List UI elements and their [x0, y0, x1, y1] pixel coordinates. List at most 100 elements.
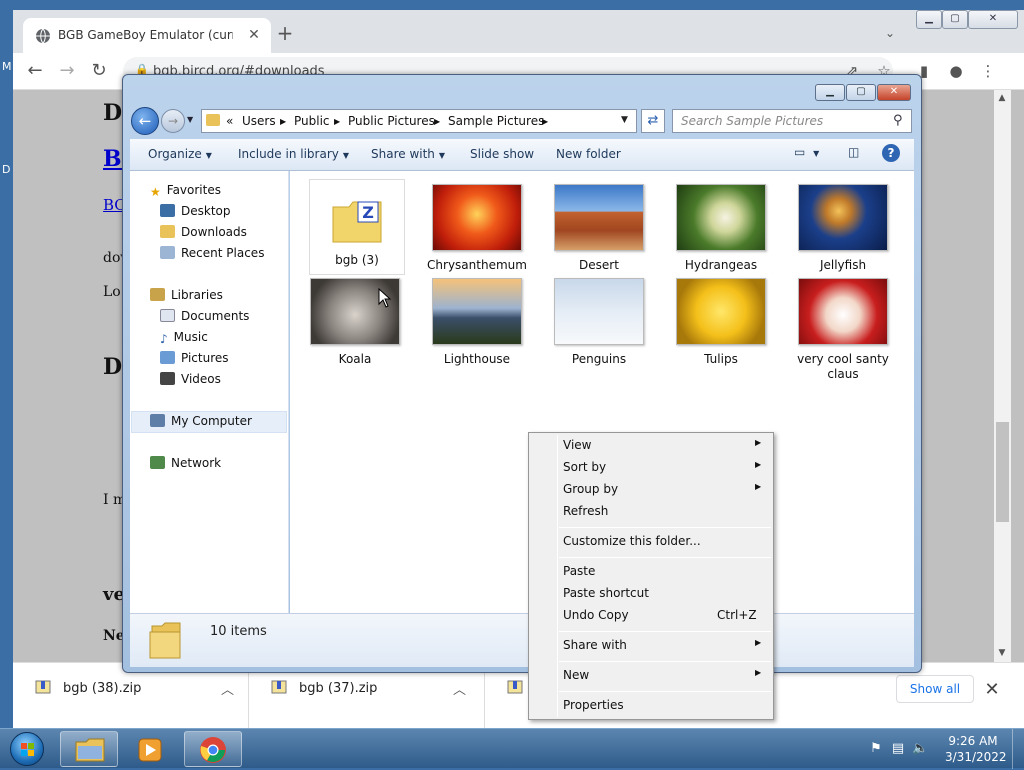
scrollbar-thumb[interactable]: [996, 422, 1009, 522]
breadcrumb-separator-icon[interactable]: ▶: [542, 117, 548, 126]
share-label: Share with: [371, 147, 435, 161]
item-label: Hydrangeas: [684, 258, 758, 272]
close-button[interactable]: ✕: [968, 10, 1018, 29]
search-input[interactable]: Search Sample Pictures ⚲: [672, 109, 912, 133]
zip-folder-icon: Z: [332, 201, 382, 243]
nav-favorites[interactable]: ★ Favorites: [150, 183, 221, 199]
nav-label: Pictures: [181, 351, 229, 365]
nav-my-computer[interactable]: My Computer: [150, 414, 252, 428]
file-item-hydrangeas[interactable]: Hydrangeas: [673, 184, 769, 274]
search-icon[interactable]: ⚲: [893, 113, 903, 128]
chevron-up-icon[interactable]: ︿: [221, 679, 237, 698]
chevron-up-icon[interactable]: ︿: [453, 679, 469, 698]
volume-icon[interactable]: 🔈: [912, 741, 928, 757]
breadcrumb-separator-icon[interactable]: ▶: [334, 117, 340, 126]
breadcrumb-overflow[interactable]: «: [226, 114, 233, 128]
taskbar-explorer-button[interactable]: [60, 731, 118, 767]
menu-item-undo-copy[interactable]: Undo Copy Ctrl+Z: [531, 605, 771, 627]
file-item-tulips[interactable]: Tulips: [673, 278, 769, 368]
clock-time[interactable]: 9:26 AM: [945, 734, 1001, 748]
action-center-flag-icon[interactable]: ⚑: [868, 741, 884, 757]
slide-show-button[interactable]: Slide show: [470, 147, 534, 161]
file-item-chrysanthemum[interactable]: Chrysanthemum: [427, 184, 527, 274]
breadcrumb-item[interactable]: Sample Pictures: [448, 114, 544, 128]
file-item-penguins[interactable]: Penguins: [551, 278, 647, 368]
windows-flag-icon: [21, 743, 34, 756]
file-item-lighthouse[interactable]: Lighthouse: [429, 278, 525, 368]
profile-avatar-icon[interactable]: ●: [947, 62, 965, 80]
menu-item-group-by[interactable]: Group by ▶: [531, 479, 771, 501]
file-item-jellyfish[interactable]: Jellyfish: [795, 184, 891, 274]
back-arrow-icon[interactable]: ←: [131, 107, 159, 135]
clock-date[interactable]: 3/31/2022: [945, 750, 1007, 764]
forward-arrow-icon[interactable]: →: [57, 61, 77, 81]
zip-file-icon: [507, 680, 523, 694]
change-view-icon[interactable]: ▭ ▼: [794, 145, 819, 159]
back-arrow-icon[interactable]: ←: [25, 61, 45, 81]
desktop-icon: [160, 204, 175, 217]
nav-label: Music: [173, 330, 208, 344]
taskbar-chrome-button[interactable]: [184, 731, 242, 767]
menu-item-paste-shortcut[interactable]: Paste shortcut: [531, 583, 771, 605]
minimize-button[interactable]: ▁: [916, 10, 942, 29]
explorer-address-bar[interactable]: « Users ▶ Public ▶ Public Pictures ▶ Sam…: [201, 109, 637, 133]
start-button[interactable]: [4, 730, 52, 768]
show-desktop-button[interactable]: [1012, 729, 1024, 769]
menu-item-view[interactable]: View ▶: [531, 435, 771, 457]
include-in-library-button[interactable]: Include in library ▼: [238, 147, 349, 161]
file-item-desert[interactable]: Desert: [551, 184, 647, 274]
menu-item-customize[interactable]: Customize this folder...: [531, 531, 771, 553]
breadcrumb-separator-icon[interactable]: ▶: [280, 117, 286, 126]
file-item-santy-claus[interactable]: very cool santy claus: [795, 278, 891, 381]
address-dropdown-icon[interactable]: ▼: [621, 115, 628, 125]
nav-desktop[interactable]: Desktop: [160, 204, 231, 218]
breadcrumb-item[interactable]: Public Pictures: [348, 114, 435, 128]
browser-tab[interactable]: BGB GameBoy Emulator (current ✕: [23, 18, 271, 53]
nav-pictures[interactable]: Pictures: [160, 351, 229, 365]
menu-item-properties[interactable]: Properties: [531, 695, 771, 717]
show-all-button[interactable]: Show all: [896, 675, 974, 703]
help-icon[interactable]: ?: [882, 144, 900, 162]
libraries-icon: [150, 288, 165, 301]
close-button[interactable]: ✕: [877, 84, 911, 101]
share-with-button[interactable]: Share with ▼: [371, 147, 445, 161]
nav-videos[interactable]: Videos: [160, 372, 221, 386]
maximize-button[interactable]: ▢: [846, 84, 876, 101]
menu-item-paste[interactable]: Paste: [531, 561, 771, 583]
tab-close-icon[interactable]: ✕: [245, 26, 263, 44]
nav-recent-places[interactable]: Recent Places: [160, 246, 264, 260]
scroll-up-arrow-icon[interactable]: ▲: [997, 93, 1007, 103]
new-tab-button[interactable]: +: [275, 23, 295, 44]
nav-downloads[interactable]: Downloads: [160, 225, 247, 239]
menu-separator: [559, 661, 771, 662]
recent-pages-dropdown-icon[interactable]: ▼: [187, 115, 197, 124]
menu-item-share-with[interactable]: Share with ▶: [531, 635, 771, 657]
organize-button[interactable]: Organize ▼: [148, 147, 212, 161]
page-scrollbar[interactable]: ▲ ▼: [994, 90, 1011, 662]
scroll-down-arrow-icon[interactable]: ▼: [997, 648, 1007, 658]
breadcrumb-item[interactable]: Public: [294, 114, 330, 128]
menu-kebab-icon[interactable]: ⋮: [979, 62, 997, 80]
chrome-icon: [200, 737, 226, 763]
menu-item-sort-by[interactable]: Sort by ▶: [531, 457, 771, 479]
refresh-icon[interactable]: ⇄: [641, 109, 665, 133]
menu-item-refresh[interactable]: Refresh: [531, 501, 771, 523]
file-item-bgb-folder[interactable]: Z bgb (3): [309, 179, 405, 269]
reload-icon[interactable]: ↻: [89, 61, 109, 81]
taskbar-media-player-button[interactable]: [122, 731, 180, 767]
forward-arrow-icon[interactable]: →: [161, 109, 185, 133]
network-icon[interactable]: ▤: [890, 741, 906, 757]
nav-music[interactable]: ♪ Music: [160, 330, 208, 346]
close-downloads-icon[interactable]: ✕: [983, 679, 1001, 700]
nav-documents[interactable]: Documents: [160, 309, 249, 323]
menu-item-new[interactable]: New ▶: [531, 665, 771, 687]
breadcrumb-item[interactable]: Users: [242, 114, 276, 128]
nav-network[interactable]: Network: [150, 456, 221, 470]
breadcrumb-separator-icon[interactable]: ▶: [434, 117, 440, 126]
new-folder-button[interactable]: New folder: [556, 147, 621, 161]
minimize-button[interactable]: ▁: [815, 84, 845, 101]
nav-libraries[interactable]: Libraries: [150, 288, 223, 302]
preview-pane-icon[interactable]: ◫: [848, 145, 859, 159]
tab-search-icon[interactable]: ⌄: [885, 26, 901, 42]
maximize-button[interactable]: ▢: [942, 10, 968, 29]
